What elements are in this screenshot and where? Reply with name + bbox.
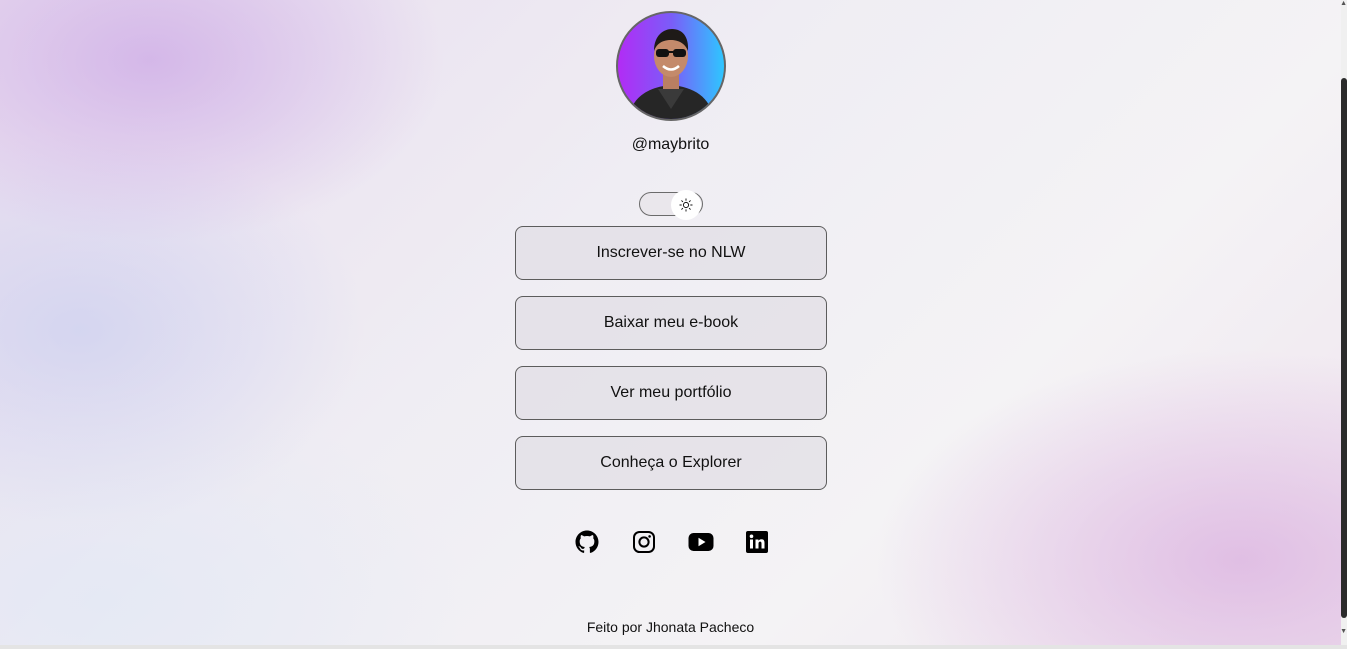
avatar	[616, 11, 726, 121]
link-inscrever-nlw[interactable]: Inscrever-se no NLW	[515, 226, 827, 280]
link-baixar-ebook[interactable]: Baixar meu e-book	[515, 296, 827, 350]
scrollbar[interactable]	[1341, 0, 1347, 645]
link-portfolio[interactable]: Ver meu portfólio	[515, 366, 827, 420]
linkedin-icon[interactable]	[745, 530, 769, 554]
instagram-icon[interactable]	[632, 530, 656, 554]
page: @maybrito Inscrever-se no NLW Baixar meu…	[0, 0, 1341, 645]
scroll-up-icon[interactable]: ▲	[1340, 0, 1347, 7]
scroll-down-icon[interactable]: ▼	[1340, 628, 1347, 635]
avatar-photo	[628, 29, 714, 119]
sun-icon	[679, 198, 693, 212]
theme-switch-knob[interactable]	[671, 190, 701, 220]
theme-switch[interactable]	[639, 190, 703, 220]
link-explorer[interactable]: Conheça o Explorer	[515, 436, 827, 490]
footer-credit: Feito por Jhonata Pacheco	[586, 619, 755, 635]
youtube-icon[interactable]	[688, 530, 714, 554]
scrollbar-thumb[interactable]	[1341, 78, 1347, 618]
username: @maybrito	[631, 136, 710, 153]
github-icon[interactable]	[575, 530, 599, 554]
link-list: Inscrever-se no NLW Baixar meu e-book Ve…	[515, 226, 827, 506]
social-links	[575, 530, 769, 554]
window-bottom-edge	[0, 645, 1347, 649]
